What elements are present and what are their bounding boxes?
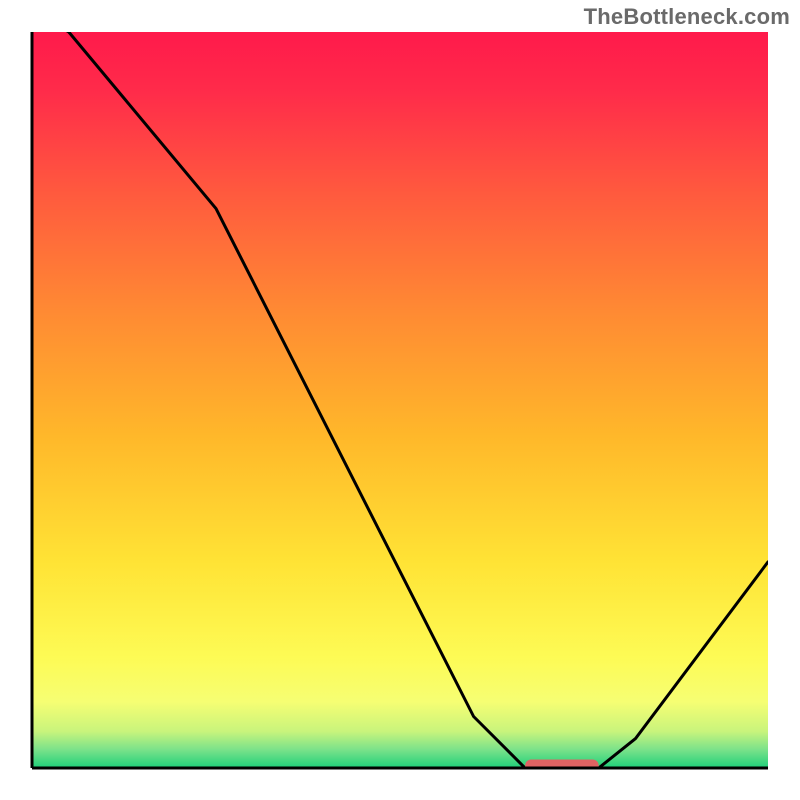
watermark-text: TheBottleneck.com (584, 4, 790, 30)
bottleneck-chart (0, 0, 800, 800)
plot-background (32, 32, 768, 768)
optimal-marker (525, 760, 599, 773)
